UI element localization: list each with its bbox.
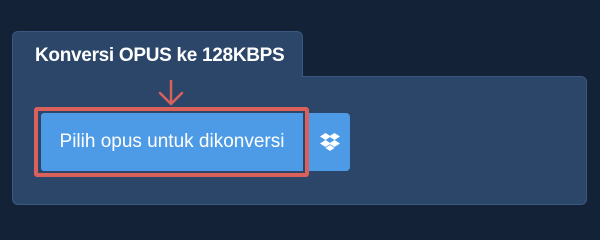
dropbox-button[interactable] (309, 113, 350, 171)
dropbox-icon (319, 133, 340, 151)
page-title: Konversi OPUS ke 128KBPS (35, 45, 285, 66)
choose-file-button[interactable]: Pilih opus untuk dikonversi (41, 113, 303, 171)
tab-panel-joint (13, 70, 302, 80)
arrow-down-icon (158, 80, 184, 106)
converter-widget: Konversi OPUS ke 128KBPS Pilih opus untu… (0, 0, 600, 230)
